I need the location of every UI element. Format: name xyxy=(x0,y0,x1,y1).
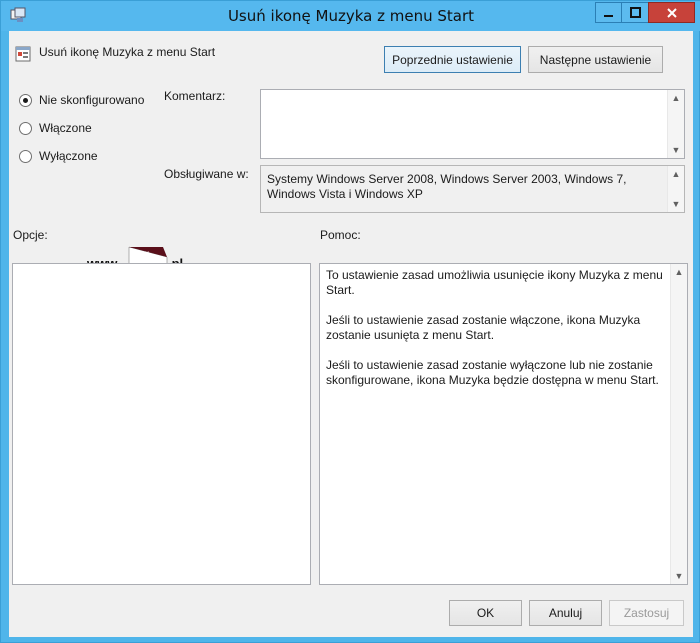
help-text: To ustawienie zasad umożliwia usunięcie … xyxy=(326,268,665,403)
minimize-button[interactable] xyxy=(595,2,621,23)
scroll-up-icon[interactable]: ▲ xyxy=(668,90,684,106)
comment-scrollbar[interactable]: ▲ ▼ xyxy=(667,90,684,158)
policy-setting-icon xyxy=(15,46,31,62)
scroll-down-icon[interactable]: ▼ xyxy=(668,142,684,158)
help-paragraph: Jeśli to ustawienie zasad zostanie włącz… xyxy=(326,313,641,342)
title-bar[interactable]: Usuń ikonę Muzyka z menu Start xyxy=(1,1,700,31)
ok-button[interactable]: OK xyxy=(449,600,522,626)
radio-not-configured[interactable]: Nie skonfigurowano xyxy=(19,93,144,107)
next-setting-button[interactable]: Następne ustawienie xyxy=(528,46,663,73)
radio-disabled[interactable]: Wyłączone xyxy=(19,149,98,163)
help-panel[interactable]: To ustawienie zasad umożliwia usunięcie … xyxy=(319,263,688,585)
cancel-button[interactable]: Anuluj xyxy=(529,600,602,626)
dialog-body: Usuń ikonę Muzyka z menu Start Poprzedni… xyxy=(9,31,693,637)
minimize-icon xyxy=(603,14,613,17)
supported-on-value: Systemy Windows Server 2008, Windows Ser… xyxy=(267,172,627,201)
radio-button[interactable] xyxy=(19,121,32,135)
maximize-button[interactable] xyxy=(621,2,648,23)
radio-button[interactable] xyxy=(19,93,32,107)
options-panel[interactable] xyxy=(12,263,311,585)
setting-name-label: Usuń ikonę Muzyka z menu Start xyxy=(39,45,216,59)
scroll-down-icon[interactable]: ▼ xyxy=(671,568,687,584)
radio-label: Wyłączone xyxy=(39,149,98,163)
watermark-badge-top: slow xyxy=(131,249,150,258)
scroll-up-icon[interactable]: ▲ xyxy=(671,264,687,280)
scroll-down-icon[interactable]: ▼ xyxy=(668,196,684,212)
options-label: Opcje: xyxy=(13,228,48,242)
dialog-window: Usuń ikonę Muzyka z menu Start Usuń ikon… xyxy=(0,0,700,643)
radio-button[interactable] xyxy=(19,149,32,163)
supported-on-label: Obsługiwane w: xyxy=(164,167,249,181)
radio-enabled[interactable]: Włączone xyxy=(19,121,92,135)
scroll-up-icon[interactable]: ▲ xyxy=(668,166,684,182)
supported-on-scrollbar[interactable]: ▲ ▼ xyxy=(667,166,684,212)
help-label: Pomoc: xyxy=(320,228,361,242)
comment-label: Komentarz: xyxy=(164,89,226,103)
radio-label: Włączone xyxy=(39,121,92,135)
apply-button[interactable]: Zastosuj xyxy=(609,600,684,626)
help-paragraph: To ustawienie zasad umożliwia usunięcie … xyxy=(326,268,663,297)
radio-label: Nie skonfigurowano xyxy=(39,93,145,107)
supported-on-field[interactable]: Systemy Windows Server 2008, Windows Ser… xyxy=(260,165,685,213)
close-icon xyxy=(666,7,677,18)
comment-field[interactable]: ▲ ▼ xyxy=(260,89,685,159)
help-scrollbar[interactable]: ▲ ▼ xyxy=(670,264,687,584)
previous-setting-button[interactable]: Poprzednie ustawienie xyxy=(384,46,521,73)
help-paragraph: Jeśli to ustawienie zasad zostanie wyłąc… xyxy=(326,358,659,387)
close-button[interactable] xyxy=(648,2,695,23)
maximize-icon xyxy=(629,7,641,18)
